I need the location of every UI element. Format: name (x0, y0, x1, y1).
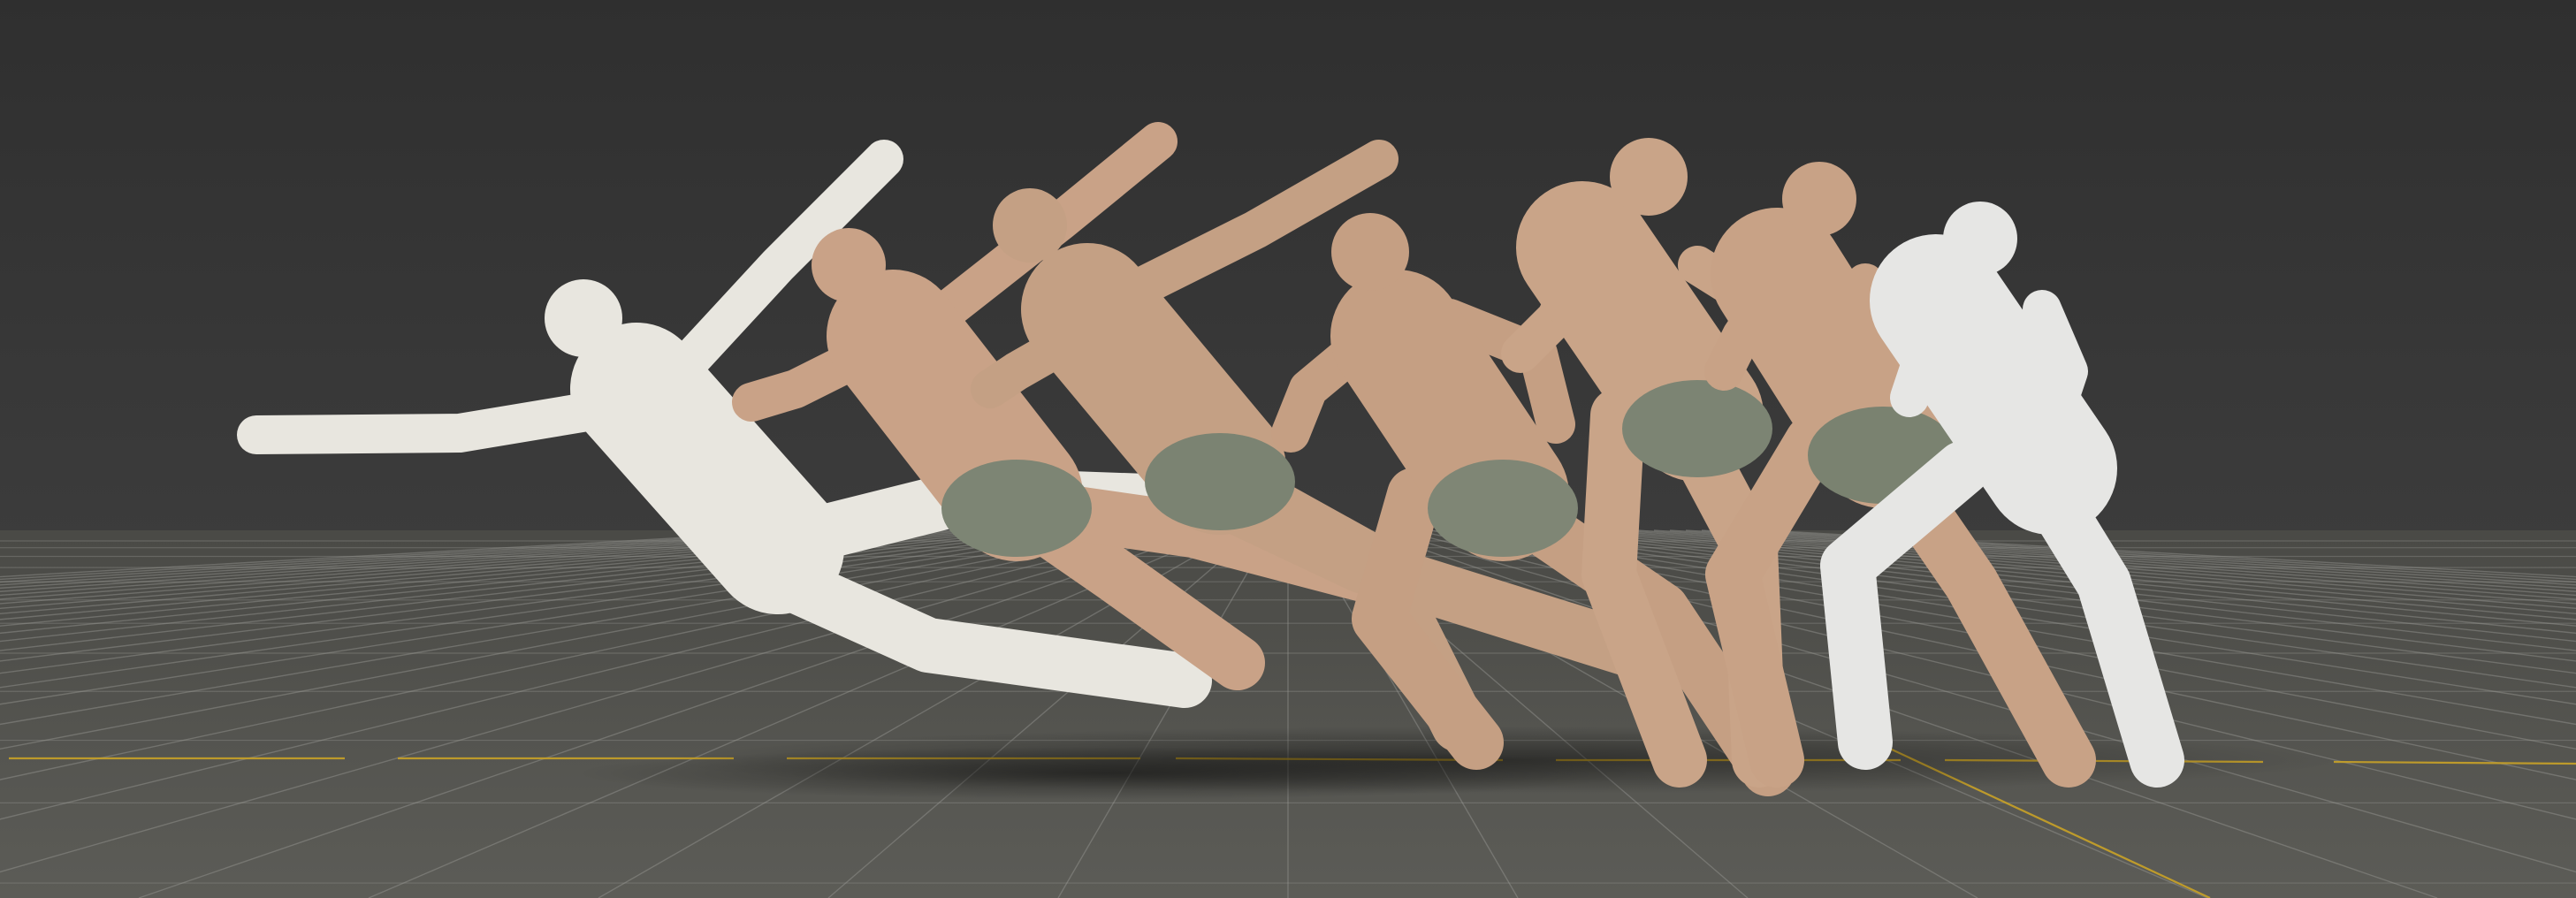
figure-head (812, 228, 886, 302)
figure-head (1943, 202, 2017, 276)
figure-head (1782, 162, 1856, 236)
3d-viewport[interactable] (0, 0, 2576, 898)
figure-head (1610, 138, 1688, 216)
figure-shorts (1428, 460, 1578, 557)
viewport-scene (0, 0, 2576, 898)
figure-head (993, 188, 1067, 263)
figure-head (1331, 213, 1409, 291)
figure-shorts (941, 460, 1092, 557)
figure-head (545, 279, 622, 357)
figure-shorts (1145, 433, 1295, 530)
figure-shorts (1622, 380, 1772, 477)
